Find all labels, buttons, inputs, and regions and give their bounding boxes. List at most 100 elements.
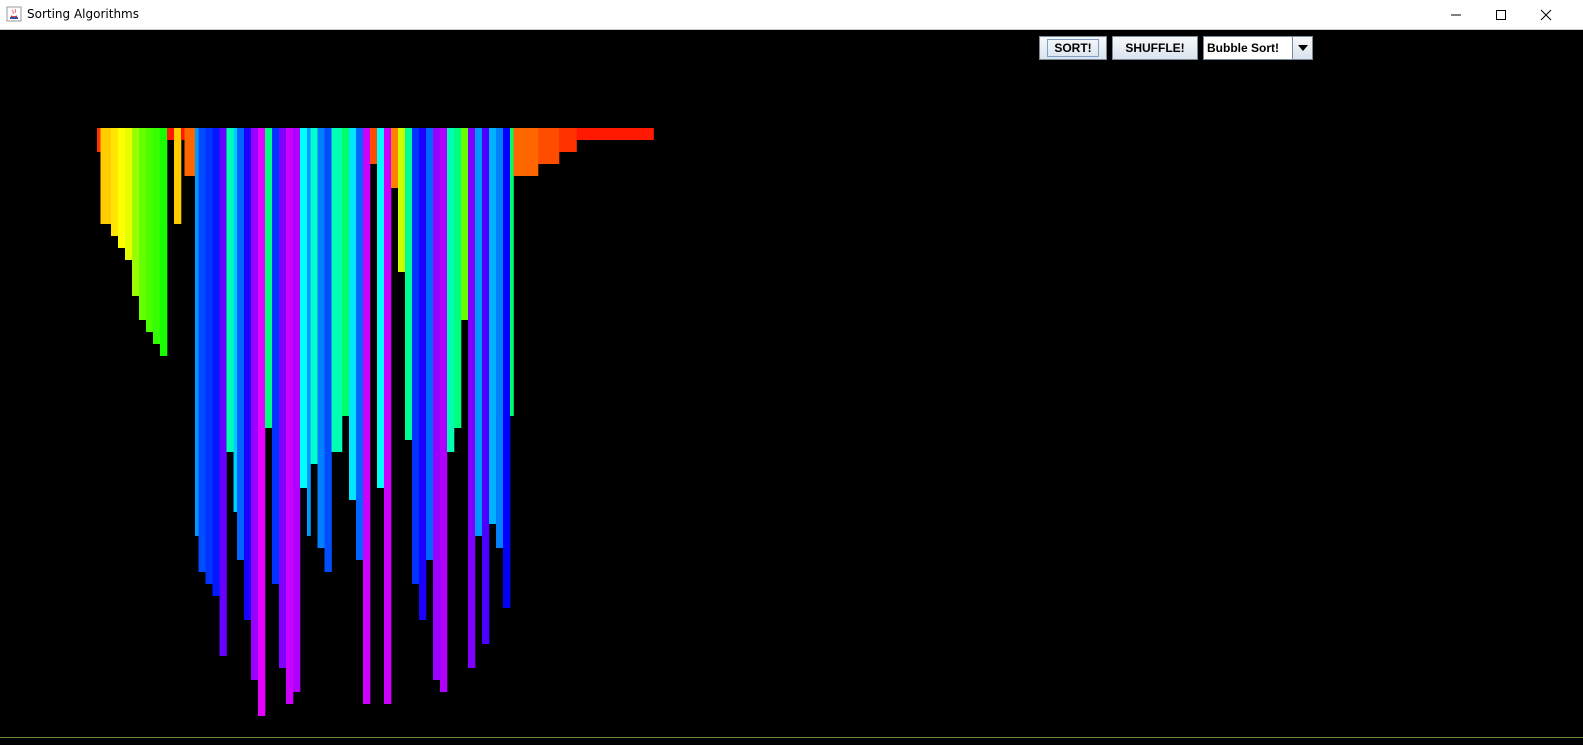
bar [590, 128, 595, 140]
bar [576, 128, 581, 140]
bar [401, 128, 406, 272]
bar [513, 128, 518, 176]
bar [118, 128, 122, 248]
bar [468, 128, 472, 668]
bar [251, 128, 255, 680]
bar [195, 128, 199, 536]
minimize-icon [1451, 14, 1461, 16]
bar [608, 128, 612, 140]
bar [457, 128, 462, 428]
bar [478, 128, 483, 536]
bar [534, 128, 539, 176]
sort-button-label: SORT! [1047, 39, 1099, 57]
bar [475, 128, 479, 536]
bar-visualization [97, 128, 654, 716]
bar [506, 128, 511, 608]
bar [139, 128, 143, 320]
bar [205, 128, 210, 584]
bar [163, 128, 168, 356]
bar [464, 128, 469, 320]
bar [496, 128, 500, 548]
shuffle-button-label: SHUFFLE! [1125, 41, 1185, 55]
bar [377, 128, 381, 488]
bar [170, 128, 175, 140]
bar [216, 128, 220, 596]
bar [510, 128, 514, 416]
bar [223, 128, 227, 656]
bar [632, 128, 637, 140]
bar [622, 128, 626, 140]
bar [310, 128, 315, 464]
bar [212, 128, 217, 596]
bar [520, 128, 525, 176]
bar [618, 128, 623, 140]
bar [237, 128, 241, 560]
bar [646, 128, 651, 140]
bar [615, 128, 619, 140]
bar [160, 128, 164, 356]
close-icon [1540, 9, 1552, 21]
bar [419, 128, 423, 620]
bar [433, 128, 437, 680]
sort-button[interactable]: SORT! [1039, 36, 1107, 60]
window-title: Sorting Algorithms [27, 7, 139, 21]
bar [167, 128, 171, 140]
bar [604, 128, 609, 140]
bar [107, 128, 112, 224]
bar [100, 128, 105, 224]
title-bar: Sorting Algorithms [0, 0, 1583, 30]
bar [643, 128, 647, 140]
bar [230, 128, 234, 452]
dropdown-button[interactable] [1292, 37, 1312, 59]
bar [398, 128, 402, 272]
shuffle-button[interactable]: SHUFFLE! [1112, 36, 1198, 60]
bar [650, 128, 654, 140]
bar [272, 128, 276, 584]
bar [275, 128, 280, 584]
bar [461, 128, 465, 320]
maximize-button[interactable] [1478, 0, 1524, 30]
algorithm-select[interactable]: Bubble Sort! [1203, 36, 1313, 60]
bar [499, 128, 504, 548]
bar [601, 128, 605, 140]
bar [135, 128, 140, 296]
bar [342, 128, 346, 416]
bar [471, 128, 476, 668]
bar [226, 128, 231, 452]
bar [104, 128, 108, 224]
bar [489, 128, 493, 524]
bar [562, 128, 567, 152]
bar [538, 128, 542, 164]
bar [527, 128, 532, 176]
bar [300, 128, 304, 488]
bar [391, 128, 395, 188]
bar [198, 128, 203, 572]
bar [132, 128, 136, 296]
bar [125, 128, 129, 260]
bar [541, 128, 546, 164]
sorting-canvas [0, 30, 1583, 745]
bar [314, 128, 318, 464]
bar [244, 128, 248, 620]
bar [268, 128, 273, 428]
bar [279, 128, 283, 668]
bar [359, 128, 364, 560]
bar [321, 128, 325, 548]
bar [422, 128, 427, 620]
bar [625, 128, 630, 140]
bar [415, 128, 420, 584]
bottom-border [0, 737, 1583, 738]
bar [573, 128, 577, 152]
bar [128, 128, 133, 260]
minimize-button[interactable] [1433, 0, 1479, 30]
bar [636, 128, 640, 140]
bar [156, 128, 161, 344]
bar [331, 128, 336, 452]
bar [261, 128, 266, 716]
bar [338, 128, 343, 452]
close-button[interactable] [1523, 0, 1569, 30]
bar [202, 128, 206, 572]
bar [482, 128, 486, 644]
bar [265, 128, 269, 428]
bar [503, 128, 507, 608]
